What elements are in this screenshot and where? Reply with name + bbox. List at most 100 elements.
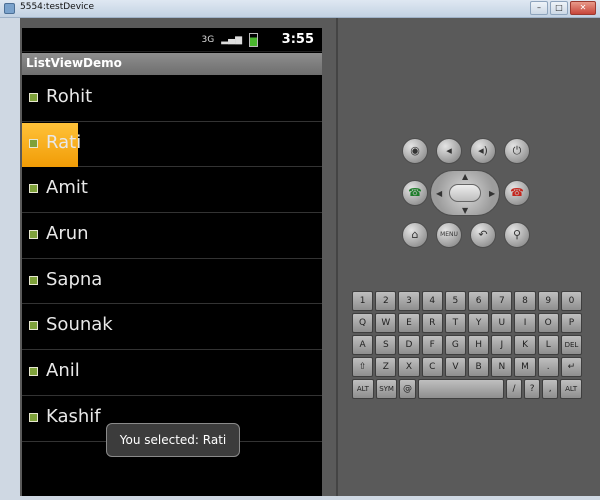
maximize-button[interactable]: □ [550,1,568,15]
key[interactable]: W [375,313,397,333]
keyboard-row: A S D F G H J K L DEL [352,335,583,355]
list-item-icon [29,230,38,240]
key[interactable]: X [398,357,420,377]
key[interactable]: A [352,335,374,355]
app-icon [4,3,15,14]
key[interactable]: L [537,335,559,355]
key[interactable]: , [542,379,559,399]
power-icon[interactable]: ⏻ [504,138,530,164]
key[interactable]: B [468,357,490,377]
back-icon[interactable]: ↶ [470,222,496,248]
key[interactable]: R [421,313,443,333]
dpad[interactable]: ▲ ▼ ◀ ▶ [430,170,500,216]
key[interactable]: C [421,357,443,377]
enter-key[interactable]: ↵ [560,357,583,377]
list-item-label: Rati [46,131,82,153]
menu-button[interactable]: MENU [436,222,462,248]
key[interactable]: / [506,379,523,399]
list-item[interactable]: Sapna [22,259,322,305]
window-titlebar: 5554:testDevice – □ ✕ [0,0,600,18]
window-frame: 3G ▂▄▆ 3:55 ListViewDemo Rohit Rati Amit… [0,18,600,500]
key[interactable]: S [375,335,397,355]
list-item-label: Kashif [46,405,101,427]
close-button[interactable]: ✕ [570,1,596,15]
key[interactable]: M [514,357,536,377]
list-item-label: Amit [46,177,88,199]
window-title: 5554:testDevice [20,2,94,12]
dpad-down-icon[interactable]: ▼ [462,206,468,215]
key[interactable]: 9 [537,291,559,311]
minimize-button[interactable]: – [530,1,548,15]
list-item-icon [29,321,38,331]
list-item[interactable]: Anil [22,350,322,396]
camera-icon[interactable]: ◉ [402,138,428,164]
key[interactable]: J [491,335,513,355]
home-icon[interactable]: ⌂ [402,222,428,248]
dpad-up-icon[interactable]: ▲ [462,172,468,181]
key[interactable]: T [444,313,467,333]
key[interactable]: 1 [352,291,374,311]
key[interactable]: D [398,335,420,355]
key[interactable]: ? [524,379,541,399]
status-time: 3:55 [281,32,314,47]
keyboard-row: 1 2 3 4 5 6 7 8 9 0 [352,291,583,311]
list-item-selected[interactable]: Rati [22,122,322,168]
shift-key[interactable]: ⇧ [352,357,374,377]
keyboard: 1 2 3 4 5 6 7 8 9 0 Q W E R T Y U I O P … [352,291,583,399]
list-item-label: Rohit [46,86,93,107]
key[interactable]: H [468,335,490,355]
key[interactable]: 7 [491,291,513,311]
key[interactable]: Z [375,357,397,377]
list-item-icon [29,138,38,148]
network-icon: 3G [201,35,215,45]
volume-up-icon[interactable]: ◂) [470,138,496,164]
key[interactable]: @ [399,379,416,399]
space-key[interactable] [417,379,505,399]
hardware-controls: ◉ ◂ ◂) ⏻ ☎ ▲ ▼ ◀ ▶ ☎ ⌂ MENU ↶ ⚲ [350,138,600,268]
key[interactable]: 8 [514,291,536,311]
list-item-label: Sapna [46,268,103,290]
end-call-icon[interactable]: ☎ [504,180,530,206]
key[interactable]: 3 [398,291,420,311]
call-icon[interactable]: ☎ [402,180,428,206]
key[interactable]: V [444,357,467,377]
device-screen[interactable]: 3G ▂▄▆ 3:55 ListViewDemo Rohit Rati Amit… [22,28,322,496]
keyboard-row: ⇧ Z X C V B N M . ↵ [352,357,583,377]
delete-key[interactable]: DEL [560,335,583,355]
sym-key[interactable]: SYM [375,379,398,399]
list-item[interactable]: Amit [22,167,322,214]
key[interactable]: 4 [421,291,443,311]
key[interactable]: K [514,335,536,355]
key[interactable]: 0 [560,291,583,311]
search-icon[interactable]: ⚲ [504,222,530,248]
key[interactable]: O [537,313,559,333]
dpad-left-icon[interactable]: ◀ [436,189,442,198]
list-item-icon [29,367,38,377]
key[interactable]: 6 [468,291,490,311]
key[interactable]: 2 [375,291,397,311]
list-item[interactable]: Rohit [22,76,322,122]
key[interactable]: E [398,313,420,333]
key[interactable]: G [444,335,467,355]
list-item[interactable]: Arun [22,213,322,259]
dpad-right-icon[interactable]: ▶ [489,189,495,198]
toast: You selected: Rati [106,423,240,457]
key[interactable]: . [537,357,559,377]
key[interactable]: N [491,357,513,377]
dpad-center-button[interactable] [449,184,481,202]
key[interactable]: U [491,313,513,333]
key[interactable]: I [514,313,536,333]
key[interactable]: 5 [444,291,467,311]
keyboard-row: ALT SYM @ / ? , ALT [352,379,582,399]
alt-key[interactable]: ALT [352,379,374,399]
key[interactable]: F [421,335,443,355]
volume-down-icon[interactable]: ◂ [436,138,462,164]
key[interactable]: P [560,313,583,333]
window-controls: – □ ✕ [530,1,596,15]
alt-key[interactable]: ALT [560,379,582,399]
list-view[interactable]: Rohit Rati Amit Arun Sapna Sounak Anil K… [22,76,322,442]
key[interactable]: Y [468,313,490,333]
key[interactable]: Q [352,313,374,333]
list-item[interactable]: Sounak [22,304,322,351]
emulator: 3G ▂▄▆ 3:55 ListViewDemo Rohit Rati Amit… [20,18,600,496]
